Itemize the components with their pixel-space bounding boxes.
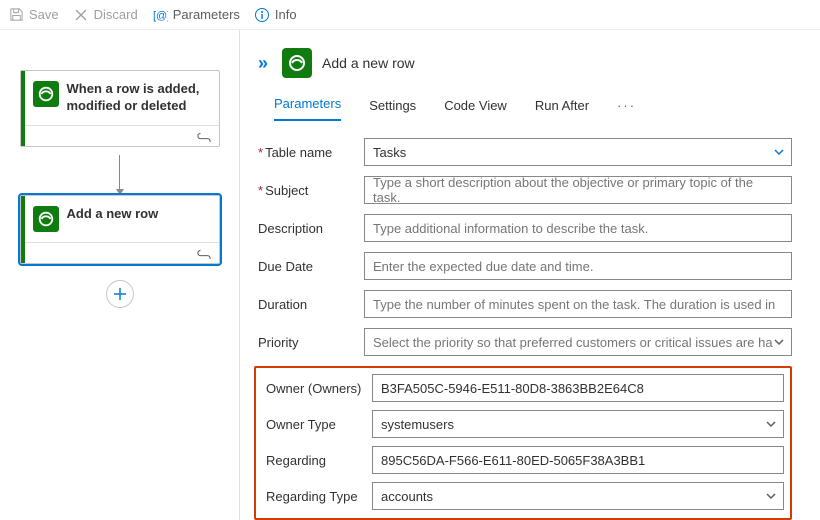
info-button[interactable]: Info: [254, 7, 297, 23]
plus-icon: [113, 287, 127, 301]
priority-select[interactable]: Select the priority so that preferred cu…: [364, 328, 792, 356]
chevron-down-icon: [773, 336, 785, 348]
link-icon: [197, 130, 211, 142]
add-step-button[interactable]: [106, 280, 134, 308]
regardingtype-select[interactable]: accounts: [372, 482, 784, 510]
highlighted-fields: Owner (Owners) B3FA505C-5946-E511-80D8-3…: [254, 366, 792, 520]
top-toolbar: Save Discard [@] Parameters Info: [0, 0, 820, 30]
trigger-title: When a row is added, modified or deleted: [67, 81, 209, 115]
chevron-down-icon: [765, 490, 777, 502]
svg-text:[@]: [@]: [153, 10, 168, 22]
priority-label: Priority: [254, 335, 364, 350]
duedate-input[interactable]: Enter the expected due date and time.: [364, 252, 792, 280]
info-icon: [254, 7, 270, 23]
description-label: Description: [254, 221, 364, 236]
dataverse-icon: [33, 81, 59, 107]
action-title: Add a new row: [67, 206, 159, 223]
regardingtype-label: Regarding Type: [262, 489, 372, 504]
tab-runafter[interactable]: Run After: [535, 98, 589, 121]
save-icon: [8, 7, 24, 23]
parameters-form: *Table name Tasks *Subject Type a short …: [244, 122, 802, 520]
duedate-label: Due Date: [254, 259, 364, 274]
parameters-button[interactable]: [@] Parameters: [152, 7, 240, 23]
card-accent: [21, 71, 25, 146]
tablename-select[interactable]: Tasks: [364, 138, 792, 166]
trigger-card[interactable]: When a row is added, modified or deleted: [20, 70, 220, 147]
owner-input[interactable]: B3FA505C-5946-E511-80D8-3863BB2E64C8: [372, 374, 784, 402]
chevron-down-icon: [773, 146, 785, 158]
duration-input[interactable]: Type the number of minutes spent on the …: [364, 290, 792, 318]
discard-icon: [73, 7, 89, 23]
card-accent: [21, 196, 25, 263]
dataverse-icon: [282, 48, 312, 78]
subject-input[interactable]: Type a short description about the objec…: [364, 176, 792, 204]
flow-connector: [12, 155, 227, 195]
link-icon: [197, 247, 211, 259]
action-card[interactable]: Add a new row: [20, 195, 220, 264]
details-panel: » Add a new row Parameters Settings Code…: [240, 30, 820, 520]
chevron-down-icon: [765, 418, 777, 430]
tab-overflow[interactable]: ···: [617, 98, 636, 121]
duration-label: Duration: [254, 297, 364, 312]
panel-tabs: Parameters Settings Code View Run After …: [244, 78, 802, 122]
regarding-label: Regarding: [262, 453, 372, 468]
info-label: Info: [275, 7, 297, 22]
tab-settings[interactable]: Settings: [369, 98, 416, 121]
panel-title: Add a new row: [322, 55, 415, 71]
description-input[interactable]: Type additional information to describe …: [364, 214, 792, 242]
parameters-icon: [@]: [152, 7, 168, 23]
collapse-panel-button[interactable]: »: [258, 53, 272, 74]
ownertype-select[interactable]: systemusers: [372, 410, 784, 438]
save-button: Save: [8, 7, 59, 23]
subject-label: *Subject: [254, 183, 364, 198]
dataverse-icon: [33, 206, 59, 232]
discard-label: Discard: [94, 7, 138, 22]
save-label: Save: [29, 7, 59, 22]
flow-canvas: When a row is added, modified or deleted…: [0, 30, 240, 520]
parameters-label: Parameters: [173, 7, 240, 22]
owner-label: Owner (Owners): [262, 381, 372, 396]
tablename-label: *Table name: [254, 145, 364, 160]
discard-button: Discard: [73, 7, 138, 23]
tab-codeview[interactable]: Code View: [444, 98, 507, 121]
ownertype-label: Owner Type: [262, 417, 372, 432]
tab-parameters[interactable]: Parameters: [274, 96, 341, 121]
regarding-input[interactable]: 895C56DA-F566-E611-80ED-5065F38A3BB1: [372, 446, 784, 474]
